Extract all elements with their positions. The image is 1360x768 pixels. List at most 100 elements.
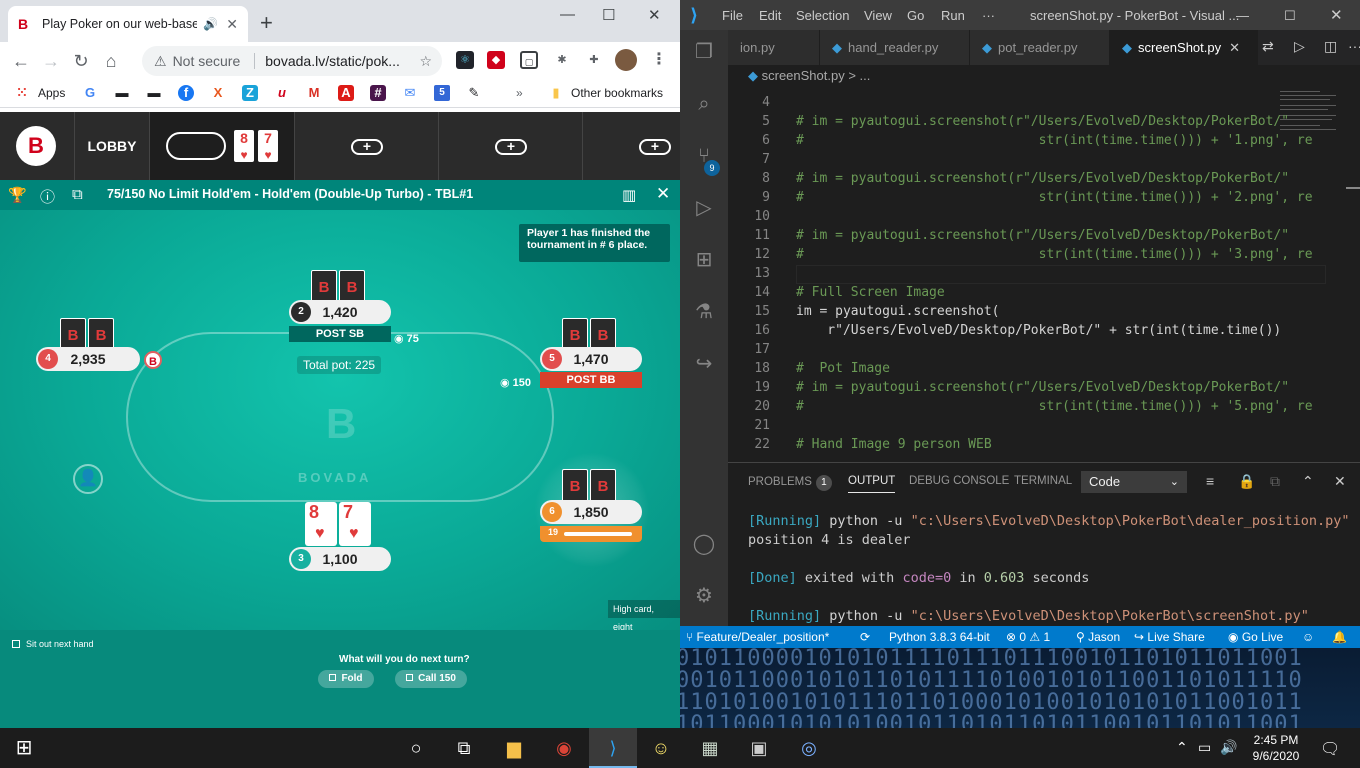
seat2-plate[interactable]: 2 1,420: [289, 300, 391, 324]
code-line[interactable]: 9 # str(int(time.time())) + '2.png', re: [728, 188, 1328, 207]
tray-expand-icon[interactable]: ⌃: [1176, 739, 1188, 756]
bookmark-star-icon[interactable]: ☆: [419, 53, 432, 70]
search-icon[interactable]: ⌕: [692, 92, 716, 116]
code-line[interactable]: 10: [728, 207, 1328, 226]
branch-status[interactable]: ⑂ Feature/Dealer_position*: [686, 630, 829, 644]
angular-icon[interactable]: A: [338, 85, 354, 101]
settings-gear-icon[interactable]: ⚙: [692, 584, 716, 608]
add-table-tab-2[interactable]: +: [438, 112, 582, 180]
code-line[interactable]: 4: [728, 93, 1328, 112]
profile-avatar[interactable]: [615, 49, 637, 71]
u-app-icon[interactable]: u: [274, 85, 290, 101]
live-share-status[interactable]: ↪ Live Share: [1134, 630, 1205, 644]
z-app-icon[interactable]: Z: [242, 85, 258, 101]
code-line[interactable]: 16 r"/Users/EvolveD/Desktop/PokerBot/" +…: [728, 321, 1328, 340]
user-status[interactable]: ⚲ Jason: [1076, 630, 1120, 644]
code-line[interactable]: 11 # im = pyautogui.screenshot(r"/Users/E…: [728, 226, 1328, 245]
code-line[interactable]: 22 # Hand Image 9 person WEB: [728, 435, 1328, 454]
speaker-icon[interactable]: 🔊: [203, 17, 218, 31]
emoji-app-icon[interactable]: ☺: [649, 736, 673, 760]
cortana-icon[interactable]: ○: [404, 736, 428, 760]
call-button[interactable]: Call 150: [395, 670, 467, 688]
vscode-maximize-icon[interactable]: ☐: [1284, 8, 1296, 24]
menu-run[interactable]: Run: [941, 8, 965, 23]
open-editor-icon[interactable]: ⧉: [1270, 473, 1280, 490]
volume-icon[interactable]: 🔊: [1220, 739, 1237, 756]
vscode-taskbar-icon[interactable]: ⟩: [601, 736, 625, 760]
tab-hand-reader[interactable]: ◆ hand_reader.py: [820, 30, 970, 65]
slack-icon[interactable]: #: [370, 85, 386, 101]
close-table-icon[interactable]: ✕: [656, 184, 670, 204]
facebook-icon[interactable]: f: [178, 85, 194, 101]
close-panel-icon[interactable]: ✕: [1334, 473, 1346, 490]
address-bar[interactable]: ⚠ Not secure bovada.lv/static/pok... ☆: [142, 46, 442, 76]
seat5-plate[interactable]: 5 1,470: [540, 347, 642, 371]
vscode-minimize-icon[interactable]: —: [1236, 8, 1249, 23]
code-line[interactable]: 7: [728, 150, 1328, 169]
clear-output-icon[interactable]: ≡: [1206, 473, 1214, 489]
file-explorer-icon[interactable]: ▆: [502, 736, 526, 760]
tab-output[interactable]: OUTPUT: [848, 475, 896, 493]
notifications-bell-icon[interactable]: 🔔: [1332, 630, 1347, 644]
open-changes-icon[interactable]: ⇄: [1262, 38, 1274, 55]
bookmarks-overflow-icon[interactable]: »: [516, 86, 523, 100]
extensions-puzzle-icon[interactable]: ✚: [585, 51, 603, 69]
close-window-icon[interactable]: ✕: [648, 6, 661, 24]
active-table-tab[interactable]: 8 ♥ 7 ♥: [150, 112, 294, 180]
problems-status[interactable]: ⊗ 0 ⚠ 1: [1006, 630, 1050, 644]
forward-icon[interactable]: →: [36, 51, 66, 72]
go-live-status[interactable]: ◉ Go Live: [1228, 630, 1283, 644]
menu-file[interactable]: File: [722, 8, 743, 23]
maximize-icon[interactable]: ☐: [602, 6, 615, 24]
python-interpreter[interactable]: Python 3.8.3 64-bit: [889, 630, 990, 644]
tab-screenshot[interactable]: ◆ screenShot.py ✕: [1110, 30, 1258, 65]
windows-start-icon[interactable]: ⊞: [12, 736, 36, 760]
code-line[interactable]: 12 # str(int(time.time())) + '3.png', re: [728, 245, 1328, 264]
clock[interactable]: 2:45 PM 9/6/2020: [1244, 732, 1308, 764]
split-editor-icon[interactable]: ◫: [1324, 38, 1337, 55]
tab-pot-reader[interactable]: ◆ pot_reader.py: [970, 30, 1110, 65]
explorer-icon[interactable]: ❐: [692, 40, 716, 64]
brush-icon[interactable]: ✎: [466, 85, 482, 101]
reload-icon[interactable]: ↻: [66, 51, 96, 72]
add-table-tab-1[interactable]: +: [294, 112, 438, 180]
feedback-icon[interactable]: ☺: [1302, 630, 1314, 644]
new-tab-button[interactable]: +: [260, 12, 273, 34]
breadcrumb[interactable]: ◆ screenShot.py > ...: [728, 65, 1360, 87]
add-table-tab-3[interactable]: +: [582, 112, 680, 180]
code-line[interactable]: 21: [728, 416, 1328, 435]
menu-more[interactable]: ···: [982, 8, 995, 23]
bug-icon[interactable]: ✱: [553, 51, 571, 69]
code-line[interactable]: 6 # str(int(time.time())) + '1.png', re: [728, 131, 1328, 150]
task-view-icon[interactable]: ⧉: [452, 736, 476, 760]
x-app-icon[interactable]: X: [210, 85, 226, 101]
code-line[interactable]: 17: [728, 340, 1328, 359]
lobby-button[interactable]: LOBBY: [74, 112, 150, 180]
ublock-icon[interactable]: ◆: [487, 51, 505, 69]
google-icon[interactable]: G: [82, 85, 98, 101]
action-center-icon[interactable]: 🗨: [1320, 739, 1340, 759]
code-line[interactable]: 15 im = pyautogui.screenshot(: [728, 302, 1328, 321]
run-file-icon[interactable]: ▷: [1294, 38, 1305, 55]
menu-go[interactable]: Go: [907, 8, 924, 23]
vscode-close-icon[interactable]: ✕: [1330, 6, 1343, 24]
home-icon[interactable]: ⌂: [96, 51, 126, 72]
back-icon[interactable]: ←: [6, 51, 36, 72]
testing-flask-icon[interactable]: ⚗: [692, 300, 716, 324]
seat6-plate[interactable]: 6 1,850: [540, 500, 642, 524]
close-tab-icon[interactable]: ✕: [226, 16, 238, 33]
screen-capture-icon[interactable]: ▢: [520, 51, 538, 69]
apps-grid-icon[interactable]: ⁙: [14, 85, 30, 101]
car-icon[interactable]: ▬: [114, 85, 130, 101]
layout-icon[interactable]: ▥: [622, 186, 636, 204]
accounts-icon[interactable]: ◯: [692, 532, 716, 556]
inbox-icon[interactable]: ✉: [402, 85, 418, 101]
scroll-indicator[interactable]: [1346, 187, 1360, 189]
code-line[interactable]: 13: [728, 264, 1328, 283]
not-secure-label[interactable]: Not secure: [173, 53, 241, 69]
sync-icon[interactable]: ⟳: [860, 630, 870, 644]
car2-icon[interactable]: ▬: [146, 85, 162, 101]
maximize-panel-icon[interactable]: ⌃: [1302, 473, 1314, 490]
fold-button[interactable]: Fold: [318, 670, 374, 688]
run-debug-icon[interactable]: ▷: [692, 196, 716, 220]
